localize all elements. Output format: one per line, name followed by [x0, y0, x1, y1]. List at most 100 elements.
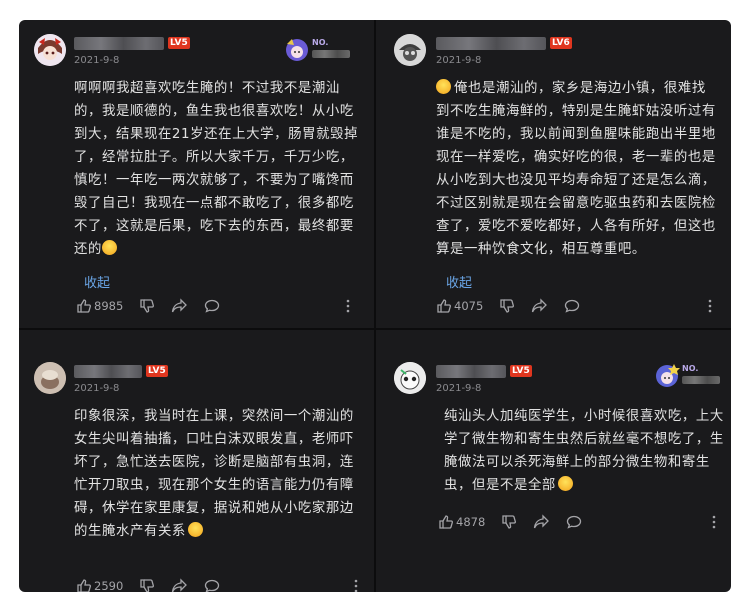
comment-line-text: 虫，但是不是全部: [444, 478, 556, 493]
comment-actions: 2590: [76, 578, 366, 592]
share-button[interactable]: [171, 298, 188, 314]
comment-line-text: 还的: [74, 242, 102, 257]
share-button[interactable]: [533, 514, 550, 530]
like-count: 4075: [454, 299, 484, 313]
more-vertical-icon: [708, 299, 712, 313]
comment-line: 到不吃生腌海鲜的，特别是生腌虾姑没听过有: [436, 104, 716, 119]
thumb-down-icon: [500, 299, 514, 313]
comment-line: 不过区别就是现在会留意吃驱虫药和去医院检: [436, 196, 716, 211]
comment-line: 慎吃！一年吃一两次就够了，不要为了嘴馋而: [74, 173, 354, 188]
comment-line: 还的: [74, 238, 358, 261]
comment-line-text: 俺也是潮汕的，家乡是海边小镇，很难找: [454, 81, 706, 96]
reply-button[interactable]: [564, 298, 580, 314]
like-button[interactable]: 4075: [436, 298, 483, 314]
more-button[interactable]: [706, 298, 714, 314]
medal-number-blurred: [312, 50, 350, 58]
avatar[interactable]: [34, 34, 66, 66]
comment-actions: 4075: [436, 298, 726, 314]
row-divider: [19, 328, 731, 330]
sweat-smile-emoji-icon: [557, 476, 573, 491]
like-button[interactable]: 4878: [438, 514, 485, 530]
comment-icon: [564, 299, 580, 313]
dislike-button[interactable]: [139, 578, 155, 592]
comment-line: 学了微生物和寄生虫然后就丝毫不想吃了，生: [444, 432, 724, 447]
like-count: 8985: [94, 299, 124, 313]
like-button[interactable]: 8985: [76, 298, 123, 314]
comment-line: 虫，但是不是全部: [444, 474, 724, 497]
username-blurred[interactable]: [74, 365, 142, 378]
more-button[interactable]: [710, 514, 718, 530]
comment-icon: [566, 515, 582, 529]
comment-line: 毁了自己！我现在一点都不敢吃了，很多都吃: [74, 196, 354, 211]
like-count: 2590: [94, 579, 124, 592]
comment-card: LV5 2021-9-8 印象很深，我当时在上课，突然间一个潮汕的 女生尖叫着抽…: [34, 362, 364, 592]
avatar[interactable]: [394, 362, 426, 394]
comment-line: 查了，爱吃不爱吃都好，人各有所好，但这也: [436, 219, 716, 234]
share-icon: [171, 298, 187, 313]
column-divider: [374, 20, 376, 592]
avatar[interactable]: [34, 362, 66, 394]
medal-number-label: NO.: [682, 364, 699, 373]
comment-actions: 4878: [438, 514, 728, 530]
comment-card: LV6 2021-9-8 俺也是潮汕的，家乡是海边小镇，很难找 到不吃生腌海鲜的…: [394, 34, 724, 324]
dislike-button[interactable]: [501, 514, 517, 530]
more-button[interactable]: [352, 578, 360, 592]
share-icon: [171, 578, 187, 592]
share-button[interactable]: [531, 298, 548, 314]
level-badge: LV6: [550, 37, 572, 49]
comment-line: 的生腌水产有关系: [74, 520, 354, 543]
grinning-emoji-icon: [436, 79, 451, 94]
more-vertical-icon: [712, 515, 716, 529]
comment-grid: LV5 2021-9-8 NO. 啊啊啊我超喜欢吃生腌的！不过我不是潮汕 的，我…: [19, 20, 731, 592]
username-blurred[interactable]: [74, 37, 164, 50]
collapse-link[interactable]: 收起: [84, 272, 110, 291]
thumb-down-icon: [140, 579, 154, 592]
crying-emoji-icon: [101, 240, 117, 255]
username-blurred[interactable]: [436, 37, 546, 50]
share-button[interactable]: [171, 578, 188, 592]
thumb-up-icon: [439, 515, 453, 529]
medal-number-blurred: [682, 376, 720, 384]
fan-medal-badge[interactable]: NO.: [284, 36, 354, 66]
thumb-up-icon: [437, 299, 451, 313]
avatar[interactable]: [394, 34, 426, 66]
mascot-icon: [286, 39, 308, 61]
reply-button[interactable]: [204, 578, 220, 592]
fan-medal-badge[interactable]: NO.: [654, 362, 724, 392]
comment-date: 2021-9-8: [436, 383, 482, 394]
share-icon: [533, 514, 549, 529]
comment-line: 不了，这就是后果，吃下去的东西，最终都要: [74, 219, 354, 234]
comment-line: 坏了，急忙送去医院，诊断是脑部有虫洞，连: [74, 455, 354, 470]
comment-text: 啊啊啊我超喜欢吃生腌的！不过我不是潮汕 的，我是顺德的，鱼生我也很喜欢吃！从小吃…: [74, 77, 358, 261]
comment-card: LV5 2021-9-8 NO. 啊啊啊我超喜欢吃生腌的！不过我不是潮汕 的，我…: [34, 34, 364, 324]
comment-actions: 8985: [76, 298, 366, 314]
comment-line: 碍，休学在家里康复，据说和她从小吃家那边: [74, 501, 354, 516]
collapse-link[interactable]: 收起: [446, 272, 472, 291]
comment-line: 谁是不吃的，我以前闻到鱼腥味能跑出半里地: [436, 127, 716, 142]
comment-icon: [204, 579, 220, 592]
comment-text: 纯汕头人加纯医学生，小时候很喜欢吃，上大 学了微生物和寄生虫然后就丝毫不想吃了，…: [444, 405, 724, 497]
comment-line-text: 的生腌水产有关系: [74, 524, 186, 539]
comment-line: 到大，结果现在21岁还在上大学，肠胃就毁掉: [74, 127, 359, 142]
comment-line: 忙开刀取虫，现在那个女生的语言能力仍有障: [74, 478, 354, 493]
comment-line: 腌做法可以杀死海鲜上的部分微生物和寄生: [444, 455, 710, 470]
more-vertical-icon: [354, 579, 358, 592]
thumb-up-icon: [77, 579, 91, 592]
medal-number-label: NO.: [312, 38, 329, 47]
comment-line: 现在一样爱吃，确实好吃的很，老一辈的也是: [436, 150, 716, 165]
reply-button[interactable]: [566, 514, 582, 530]
comment-line: 印象很深，我当时在上课，突然间一个潮汕的: [74, 409, 354, 424]
comment-line: 的，我是顺德的，鱼生我也很喜欢吃！从小吃: [74, 104, 354, 119]
mascot-icon: [656, 364, 680, 387]
thumb-down-icon: [502, 515, 516, 529]
dislike-button[interactable]: [139, 298, 155, 314]
like-button[interactable]: 2590: [76, 578, 123, 592]
level-badge: LV5: [146, 365, 168, 377]
comment-line: 女生尖叫着抽搐，口吐白沫双眼发直，老师吓: [74, 432, 354, 447]
comment-line: 啊啊啊我超喜欢吃生腌的！不过我不是潮汕: [74, 81, 340, 96]
reply-button[interactable]: [204, 298, 220, 314]
dislike-button[interactable]: [499, 298, 515, 314]
more-button[interactable]: [344, 298, 352, 314]
username-blurred[interactable]: [436, 365, 506, 378]
comment-line: 算是一种饮食文化，相互尊重吧。: [436, 242, 646, 257]
